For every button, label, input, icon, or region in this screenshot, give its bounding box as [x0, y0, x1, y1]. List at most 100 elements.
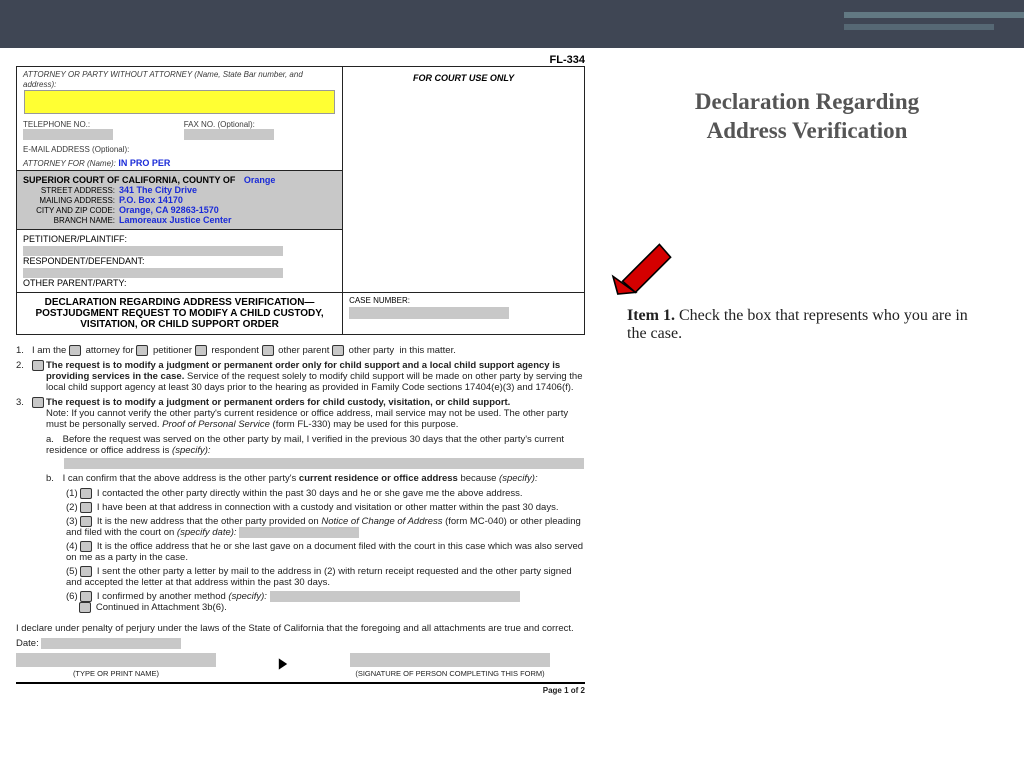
item-3a-text: Before the request was served on the oth… [46, 434, 564, 456]
fax-label: FAX NO. (Optional): [184, 120, 255, 129]
court-section: SUPERIOR COURT OF CALIFORNIA, COUNTY OF … [17, 170, 342, 229]
option-other-parent: other parent [278, 345, 329, 356]
fax-field[interactable] [184, 129, 274, 140]
confirm-methods-list: (1) I contacted the other party directly… [66, 488, 585, 613]
item-1-prefix: I am the [32, 345, 66, 356]
item-3a-label: a. [46, 434, 60, 445]
option-petitioner: petitioner [153, 345, 192, 356]
checkbox-item-2[interactable] [32, 360, 44, 371]
checkbox-respondent[interactable] [195, 345, 207, 356]
n3-number: (3) [66, 516, 78, 527]
perjury-declaration: I declare under penalty of perjury under… [16, 623, 585, 634]
sidebar-title-line1: Declaration Regarding [695, 89, 919, 114]
form-body: 1. I am the attorney for petitioner resp… [16, 335, 585, 695]
city-label: CITY AND ZIP CODE: [23, 206, 115, 215]
n6-spec: (specify): [228, 591, 267, 602]
item-3-number: 3. [16, 397, 32, 408]
attorney-label: ATTORNEY OR PARTY WITHOUT ATTORNEY (Name… [23, 70, 303, 89]
n6-method-fill[interactable] [270, 591, 520, 602]
case-number-field[interactable] [349, 307, 509, 319]
attorney-for-value: IN PRO PER [118, 158, 170, 168]
n3-text1: It is the new address that the other par… [97, 516, 321, 527]
form-title-row: DECLARATION REGARDING ADDRESS VERIFICATI… [16, 293, 585, 335]
n3-date-fill[interactable] [239, 527, 359, 538]
n4-text: It is the office address that he or she … [66, 541, 583, 563]
sidebar-item1-label: Item 1. [627, 307, 675, 324]
item-3-note-tail: (form FL-330) may be used for this purpo… [270, 419, 459, 430]
checkbox-n2[interactable] [80, 502, 92, 513]
n6-text: I confirmed by another method [97, 591, 229, 602]
form-title-line2: POSTJUDGMENT REQUEST TO MODIFY A CHILD C… [35, 308, 323, 319]
county-value: Orange [244, 175, 276, 185]
item-3b-text: I can confirm that the above address is … [63, 473, 297, 484]
case-number-label: CASE NUMBER: [349, 296, 410, 305]
item-3-note-italic: Proof of Personal Service [162, 419, 270, 430]
item-3a-specify: (specify): [172, 445, 211, 456]
option-attorney-for: attorney for [86, 345, 134, 356]
checkbox-n4[interactable] [80, 541, 92, 552]
n6-continued: Continued in Attachment 3b(6). [96, 602, 227, 613]
checkbox-n3[interactable] [80, 516, 92, 527]
callout-arrow [597, 236, 987, 299]
instruction-sidebar: Declaration Regarding Address Verificati… [595, 48, 1005, 695]
sidebar-title: Declaration Regarding Address Verificati… [627, 88, 987, 146]
court-use-only-label: FOR COURT USE ONLY [343, 67, 584, 83]
decorative-bars [844, 12, 1024, 36]
address-fill-line[interactable] [64, 458, 584, 469]
signature-caption: (SIGNATURE OF PERSON COMPLETING THIS FOR… [350, 669, 550, 678]
checkbox-n1[interactable] [80, 488, 92, 499]
n5-text: I sent the other party a letter by mail … [66, 566, 572, 588]
checkbox-n6-continued[interactable] [79, 602, 91, 613]
checkbox-other-party[interactable] [332, 345, 344, 356]
printed-name-caption: (TYPE OR PRINT NAME) [16, 669, 216, 678]
sidebar-item1-text: Check the box that represents who you ar… [627, 307, 968, 342]
n3-spec: (specify date): [177, 527, 237, 538]
n2-number: (2) [66, 502, 78, 513]
attorney-for-label: ATTORNEY FOR (Name): [23, 159, 116, 168]
item-3b: b. I can confirm that the above address … [46, 473, 585, 484]
printed-name-fill[interactable] [16, 653, 216, 667]
other-parent-label: OTHER PARENT/PARTY: [23, 278, 127, 288]
telephone-field[interactable] [23, 129, 113, 140]
signature-arrow-icon [276, 657, 290, 674]
n3-italic: Notice of Change of Address [321, 516, 442, 527]
checkbox-n5[interactable] [80, 566, 92, 577]
respondent-field[interactable] [23, 268, 283, 278]
telephone-label: TELEPHONE NO.: [23, 120, 90, 129]
item-3b-specify: (specify): [499, 473, 538, 484]
form-title-line1: DECLARATION REGARDING ADDRESS VERIFICATI… [45, 297, 315, 308]
n5-number: (5) [66, 566, 78, 577]
attorney-name-field[interactable] [24, 90, 335, 114]
signature-fill[interactable] [350, 653, 550, 667]
item-2: 2. The request is to modify a judgment o… [16, 360, 585, 393]
checkbox-item-3[interactable] [32, 397, 44, 408]
item-3b-bold: current residence or office address [296, 473, 460, 484]
checkbox-n6[interactable] [80, 591, 92, 602]
option-other-party: other party [349, 345, 394, 356]
item-1-number: 1. [16, 345, 32, 356]
item-3a: a. Before the request was served on the … [46, 434, 585, 469]
branch-value: Lamoreaux Justice Center [119, 215, 232, 225]
form-code: FL-334 [16, 54, 585, 66]
email-label: E-MAIL ADDRESS (Optional): [23, 145, 129, 154]
checkbox-other-parent[interactable] [262, 345, 274, 356]
city-value: Orange, CA 92863-1570 [119, 205, 219, 215]
sidebar-title-line2: Address Verification [707, 118, 908, 143]
street-value: 341 The City Drive [119, 185, 197, 195]
sidebar-instruction: Item 1. Check the box that represents wh… [627, 307, 987, 343]
item-3: 3. The request is to modify a judgment o… [16, 397, 585, 430]
form-title-line3: VISITATION, OR CHILD SUPPORT ORDER [80, 319, 279, 330]
n6-number: (6) [66, 591, 78, 602]
petitioner-label: PETITIONER/PLAINTIFF: [23, 234, 127, 244]
page-number: Page 1 of 2 [16, 684, 585, 695]
item-1-suffix: in this matter. [399, 345, 456, 356]
petitioner-field[interactable] [23, 246, 283, 256]
option-respondent: respondent [211, 345, 259, 356]
item-3b-tail: because [460, 473, 499, 484]
checkbox-petitioner[interactable] [136, 345, 148, 356]
date-fill[interactable] [41, 638, 181, 649]
parties-section: PETITIONER/PLAINTIFF: RESPONDENT/DEFENDA… [17, 229, 342, 292]
date-label: Date: [16, 638, 39, 649]
item-3-bold: The request is to modify a judgment or p… [46, 397, 510, 408]
checkbox-attorney-for[interactable] [69, 345, 81, 356]
